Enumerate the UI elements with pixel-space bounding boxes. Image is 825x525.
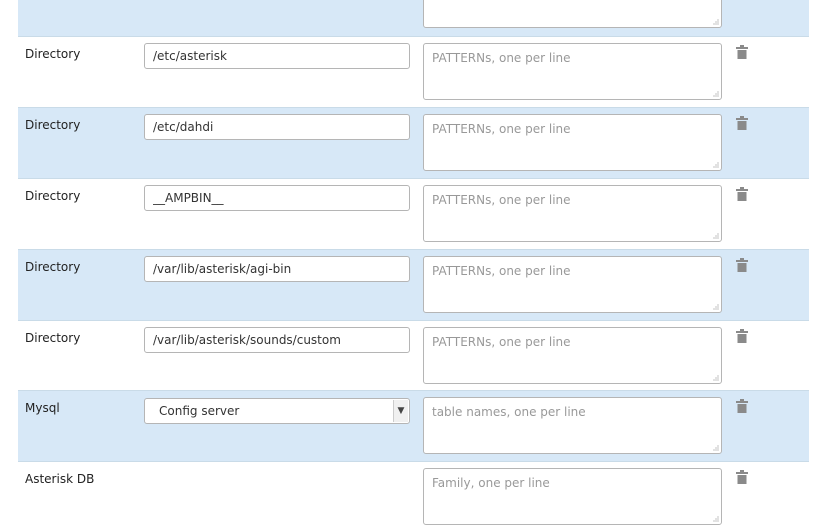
trash-icon[interactable] — [736, 399, 748, 413]
path-input[interactable] — [144, 43, 410, 69]
table-names-textarea[interactable] — [423, 397, 722, 454]
backup-item-row: Directory — [18, 37, 809, 108]
path-input[interactable] — [144, 185, 410, 211]
path-input[interactable] — [144, 327, 410, 353]
chevron-down-icon[interactable]: ▼ — [393, 400, 408, 422]
trash-icon[interactable] — [736, 187, 748, 201]
backup-item-row: Directory — [18, 108, 809, 179]
backup-item-row: Directory — [18, 250, 809, 321]
select-value: Config server — [159, 404, 240, 418]
trash-icon[interactable] — [736, 45, 748, 59]
item-type-label: Directory — [25, 260, 81, 274]
item-type-label: Directory — [25, 189, 81, 203]
item-type-label: Directory — [25, 118, 81, 132]
pattern-textarea[interactable] — [423, 185, 722, 242]
item-type-label: Directory — [25, 47, 81, 61]
path-input[interactable] — [144, 114, 410, 140]
pattern-textarea[interactable] — [423, 43, 722, 100]
item-type-label: Asterisk DB — [25, 472, 95, 486]
backup-item-row: Mysql Config server ▼ — [18, 391, 809, 462]
pattern-textarea[interactable] — [423, 256, 722, 313]
pattern-textarea[interactable] — [423, 0, 722, 28]
mysql-server-select[interactable]: Config server ▼ — [144, 398, 410, 424]
trash-icon[interactable] — [736, 470, 748, 484]
backup-items-list: Directory Directory Directory Directory … — [0, 0, 825, 525]
backup-item-row: Directory — [18, 321, 809, 391]
item-type-label: Mysql — [25, 401, 60, 415]
trash-icon[interactable] — [736, 116, 748, 130]
trash-icon[interactable] — [736, 258, 748, 272]
family-textarea[interactable] — [423, 468, 722, 525]
backup-item-row — [18, 0, 809, 37]
pattern-textarea[interactable] — [423, 327, 722, 384]
backup-item-row: Asterisk DB — [18, 462, 809, 525]
path-input[interactable] — [144, 256, 410, 282]
pattern-textarea[interactable] — [423, 114, 722, 171]
backup-item-row: Directory — [18, 179, 809, 250]
item-type-label: Directory — [25, 331, 81, 345]
trash-icon[interactable] — [736, 329, 748, 343]
